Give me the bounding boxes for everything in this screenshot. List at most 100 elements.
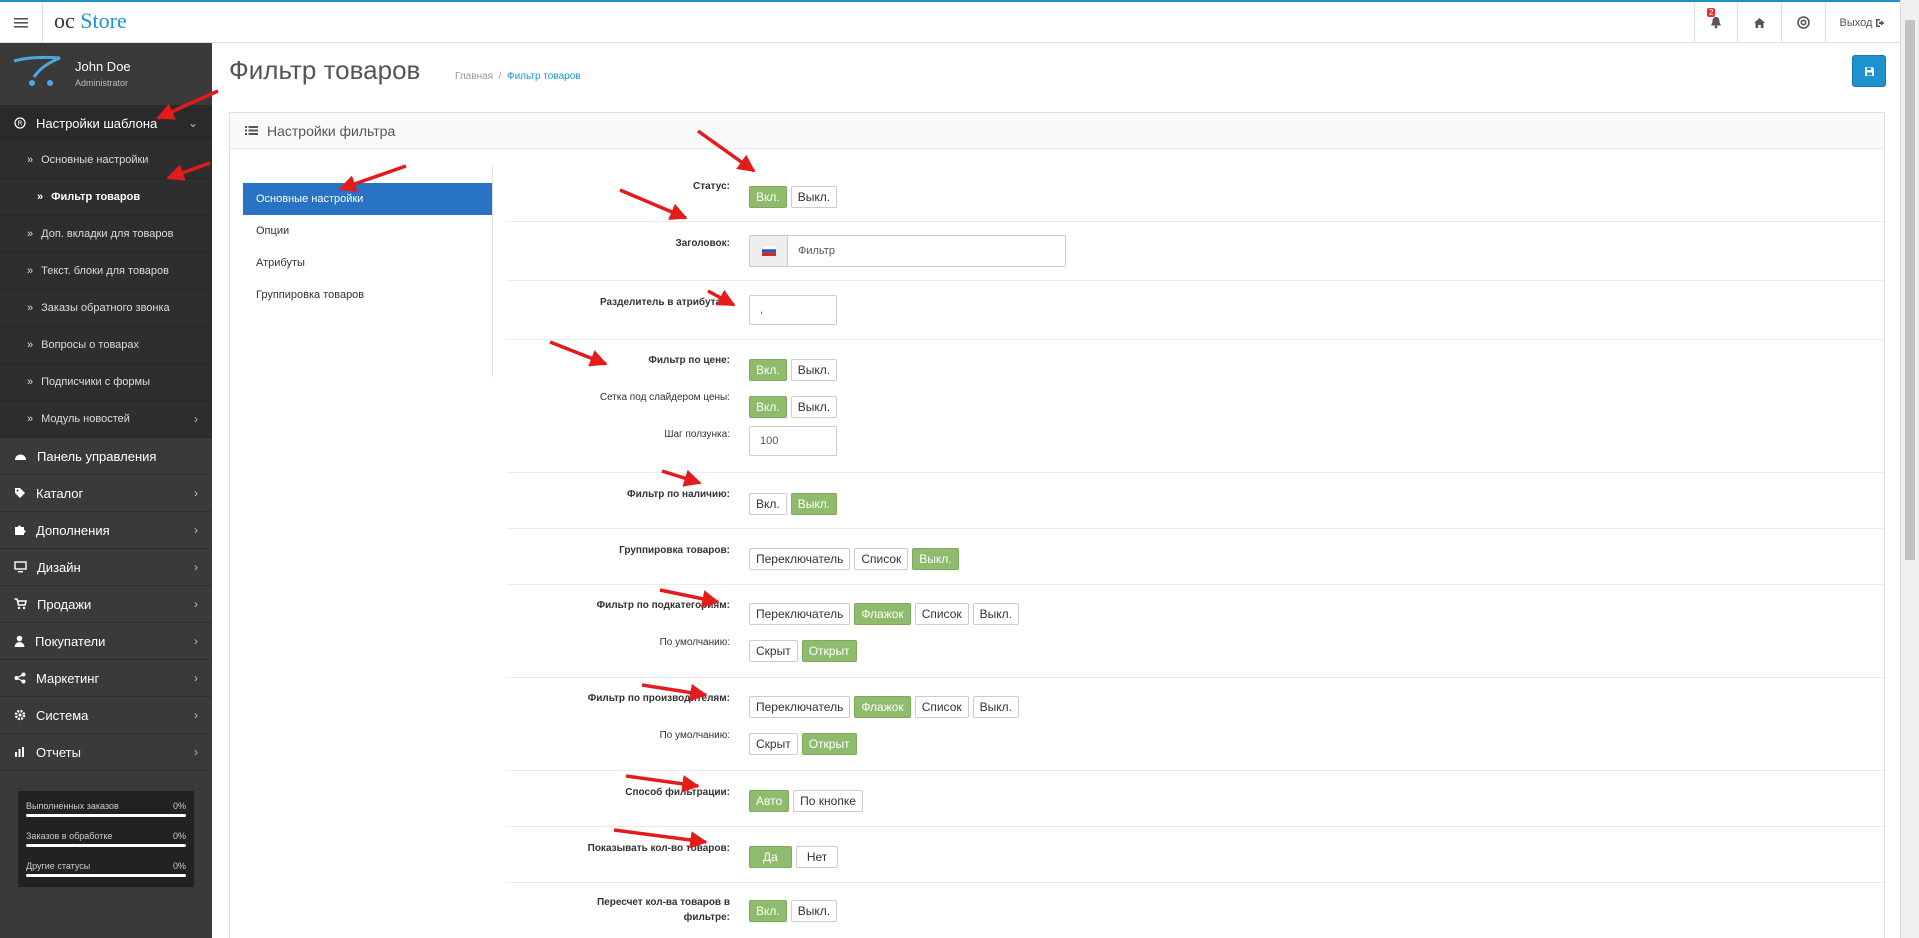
subcategory-hidden-button[interactable]: Скрыт [749, 640, 798, 662]
method-by-button-button[interactable]: По кнопке [793, 790, 863, 812]
subcategory-default-options: Скрыт Открыт [749, 640, 857, 662]
form-row-manufacturer-filter: Фильтр по производителям: Переключатель … [506, 678, 1884, 771]
sidebar-item-catalog[interactable]: Каталог › [0, 475, 212, 512]
submenu-item-product-filter[interactable]: » Фильтр товаров [0, 179, 212, 216]
share-icon [14, 672, 26, 684]
monitor-icon [14, 561, 27, 573]
submenu-item-callback-orders[interactable]: » Заказы обратного звонка [0, 290, 212, 327]
notifications-button[interactable]: 2 [1694, 2, 1737, 43]
stock-filter-on-button[interactable]: Вкл. [749, 493, 787, 515]
help-button[interactable] [1781, 2, 1825, 43]
status-toggle: Вкл. Выкл. [749, 186, 838, 208]
manufacturer-list-button[interactable]: Список [914, 696, 969, 718]
recount-on-button[interactable]: Вкл. [749, 900, 787, 922]
grouping-off-button[interactable]: Выкл. [912, 548, 959, 570]
sidebar-item-extensions[interactable]: Дополнения › [0, 512, 212, 549]
breadcrumb-current[interactable]: Фильтр товаров [507, 71, 581, 82]
sign-out-icon [1876, 18, 1885, 27]
subcategory-off-button[interactable]: Выкл. [972, 603, 1019, 625]
stat-processing-orders: Заказов в обработке 0% [26, 827, 186, 857]
tab-options[interactable]: Опции [243, 215, 492, 247]
slider-step-label: Шаг ползунка: [664, 429, 730, 440]
show-count-no-button[interactable]: Нет [795, 846, 839, 868]
double-chevron-icon: » [27, 339, 34, 351]
top-header: oc Store 2 Выход [0, 0, 1900, 43]
subcategory-checkbox-button[interactable]: Флажок [854, 603, 911, 625]
page-scrollbar[interactable] [1900, 0, 1919, 938]
home-button[interactable] [1737, 2, 1781, 43]
grouping-switcher-button[interactable]: Переключатель [749, 548, 851, 570]
grouping-label: Группировка товаров: [619, 545, 730, 556]
submenu-item-basic-settings[interactable]: » Основные настройки [0, 142, 212, 179]
breadcrumb-home[interactable]: Главная [455, 71, 493, 82]
price-filter-label: Фильтр по цене: [648, 355, 730, 366]
submenu-item-news-module[interactable]: » Модуль новостей › [0, 401, 212, 438]
tabs-divider [492, 165, 493, 377]
recount-off-button[interactable]: Выкл. [790, 900, 838, 922]
russian-flag-icon [750, 236, 788, 266]
method-auto-button[interactable]: Авто [749, 790, 790, 812]
submenu-item-product-questions[interactable]: » Вопросы о товарах [0, 327, 212, 364]
status-on-button[interactable]: Вкл. [749, 186, 787, 208]
heading-input-group[interactable]: Фильтр [749, 235, 1066, 267]
submenu-item-extra-tabs[interactable]: » Доп. вкладки для товаров [0, 216, 212, 253]
sidebar-item-customers[interactable]: Покупатели › [0, 623, 212, 660]
form-row-heading: Заголовок: Фильтр [506, 222, 1884, 281]
manufacturer-hidden-button[interactable]: Скрыт [749, 733, 798, 755]
heading-input[interactable]: Фильтр [788, 236, 835, 266]
subcategory-filter-label: Фильтр по подкатегориям: [596, 600, 730, 611]
manufacturer-open-button[interactable]: Открыт [801, 733, 857, 755]
chevron-right-icon: › [194, 486, 198, 500]
filter-settings-panel: Настройки фильтра Основные настройки Опц… [229, 112, 1885, 938]
user-name: John Doe [75, 59, 131, 74]
sidebar-item-system[interactable]: Система › [0, 697, 212, 734]
save-button[interactable] [1852, 55, 1886, 87]
list-icon [245, 126, 258, 135]
subcategory-open-button[interactable]: Открыт [801, 640, 857, 662]
sidebar-item-sales[interactable]: Продажи › [0, 586, 212, 623]
separator-input[interactable]: , [749, 295, 837, 325]
sidebar-item-template-settings[interactable]: R Настройки шаблона ⌄ [0, 105, 212, 142]
price-grid-on-button[interactable]: Вкл. [749, 396, 787, 418]
price-filter-off-button[interactable]: Выкл. [790, 359, 838, 381]
manufacturer-checkbox-button[interactable]: Флажок [854, 696, 911, 718]
submenu-item-text-blocks[interactable]: » Текст. блоки для товаров [0, 253, 212, 290]
show-count-label: Показывать кол-во товаров: [587, 843, 730, 854]
user-profile[interactable]: John Doe Administrator [0, 43, 212, 105]
status-off-button[interactable]: Выкл. [790, 186, 838, 208]
slider-step-input[interactable]: 100 [749, 426, 837, 456]
sidebar-item-design[interactable]: Дизайн › [0, 549, 212, 586]
menu-toggle-button[interactable] [0, 2, 43, 43]
cart-icon [14, 598, 27, 610]
form-row-subcategory-filter: Фильтр по подкатегориям: Переключатель Ф… [506, 585, 1884, 678]
subcategory-list-button[interactable]: Список [914, 603, 969, 625]
submenu-item-form-subscribers[interactable]: » Подписчики с формы [0, 364, 212, 401]
sidebar-item-dashboard[interactable]: Панель управления [0, 438, 212, 475]
manufacturer-off-button[interactable]: Выкл. [972, 696, 1019, 718]
chevron-right-icon: › [194, 412, 198, 426]
sidebar-item-reports[interactable]: Отчеты › [0, 734, 212, 771]
stock-filter-off-button[interactable]: Выкл. [790, 493, 838, 515]
price-filter-on-button[interactable]: Вкл. [749, 359, 787, 381]
scrollbar-thumb[interactable] [1905, 20, 1915, 560]
chevron-right-icon: › [194, 671, 198, 685]
grouping-list-button[interactable]: Список [854, 548, 909, 570]
show-count-yes-button[interactable]: Да [749, 846, 792, 868]
tab-attributes[interactable]: Атрибуты [243, 247, 492, 279]
registered-icon: R [14, 117, 26, 129]
bell-icon [1711, 17, 1721, 29]
tab-basic-settings[interactable]: Основные настройки [243, 183, 492, 215]
price-grid-off-button[interactable]: Выкл. [790, 396, 838, 418]
sidebar-item-marketing[interactable]: Маркетинг › [0, 660, 212, 697]
double-chevron-icon: » [27, 376, 34, 388]
double-chevron-icon: » [37, 191, 44, 203]
logo[interactable]: oc Store [54, 8, 127, 34]
tab-product-grouping[interactable]: Группировка товаров [243, 279, 492, 311]
price-grid-toggle: Вкл. Выкл. [749, 396, 838, 418]
manufacturer-switcher-button[interactable]: Переключатель [749, 696, 851, 718]
subcategory-switcher-button[interactable]: Переключатель [749, 603, 851, 625]
progress-bar [26, 844, 186, 847]
manufacturer-default-options: Скрыт Открыт [749, 733, 857, 755]
chevron-down-icon: ⌄ [187, 116, 198, 130]
logout-button[interactable]: Выход [1825, 2, 1900, 43]
